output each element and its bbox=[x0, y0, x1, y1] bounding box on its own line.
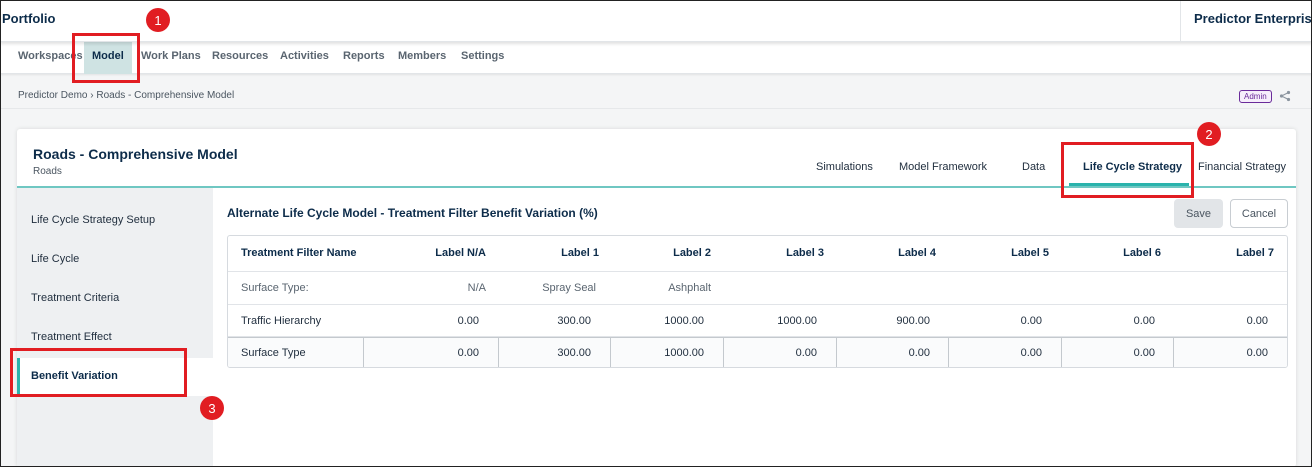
strategy-sidebar: Life Cycle Strategy Setup Life Cycle Tre… bbox=[17, 188, 213, 467]
model-title: Roads - Comprehensive Model bbox=[33, 146, 238, 162]
cell-divider bbox=[948, 338, 949, 367]
editable-cell[interactable]: 0.00 bbox=[1247, 347, 1268, 359]
editable-cell[interactable]: 0.00 bbox=[1134, 347, 1155, 359]
org-name[interactable]: Predictor Enterprise bbox=[1194, 11, 1312, 26]
highlight-life-cycle-tab bbox=[1061, 142, 1194, 198]
editable-cell[interactable]: 0.00 bbox=[1021, 347, 1042, 359]
tab-model-framework[interactable]: Model Framework bbox=[899, 161, 987, 173]
column-header: Label 3 bbox=[786, 247, 824, 259]
column-header: Label 5 bbox=[1011, 247, 1049, 259]
tab-data[interactable]: Data bbox=[1022, 161, 1045, 173]
role-badge: Admin bbox=[1239, 90, 1272, 103]
tab-simulations[interactable]: Simulations bbox=[816, 161, 873, 173]
step-marker-1: 1 bbox=[146, 8, 170, 32]
step-marker-2: 2 bbox=[1197, 122, 1221, 146]
table-row-editing: Surface Type 0.00 300.00 1000.00 0.00 0.… bbox=[228, 337, 1287, 367]
editable-cell[interactable]: 0.00 bbox=[796, 347, 817, 359]
sidebar-item-treatment-criteria[interactable]: Treatment Criteria bbox=[31, 292, 119, 304]
share-icon[interactable] bbox=[1279, 90, 1291, 102]
cell-divider bbox=[363, 338, 364, 367]
nav-resources[interactable]: Resources bbox=[212, 50, 268, 62]
column-header: Label 2 bbox=[673, 247, 711, 259]
benefit-variation-table: Treatment Filter Name Label N/A Label 1 … bbox=[227, 235, 1288, 368]
cell-divider bbox=[723, 338, 724, 367]
editable-cell[interactable]: 1000.00 bbox=[664, 347, 704, 359]
model-subtitle: Roads bbox=[33, 166, 62, 177]
column-header: Label 1 bbox=[561, 247, 599, 259]
sidebar-item-life-cycle-strategy-setup[interactable]: Life Cycle Strategy Setup bbox=[31, 214, 155, 226]
column-header: Label 6 bbox=[1123, 247, 1161, 259]
nav-members[interactable]: Members bbox=[398, 50, 446, 62]
editable-cell[interactable]: 300.00 bbox=[557, 347, 591, 359]
breadcrumb-divider bbox=[0, 108, 1312, 109]
cell-divider bbox=[836, 338, 837, 367]
nav-settings[interactable]: Settings bbox=[461, 50, 504, 62]
breadcrumb[interactable]: Predictor Demo › Roads - Comprehensive M… bbox=[18, 90, 234, 101]
sidebar-item-life-cycle[interactable]: Life Cycle bbox=[31, 253, 79, 265]
highlight-model-nav bbox=[72, 33, 140, 83]
subheader-value: Spray Seal bbox=[542, 282, 596, 294]
cancel-button[interactable]: Cancel bbox=[1230, 199, 1288, 228]
table-cell[interactable]: 1000.00 bbox=[664, 315, 704, 327]
table-cell[interactable]: 0.00 bbox=[1134, 315, 1155, 327]
table-cell[interactable]: 1000.00 bbox=[777, 315, 817, 327]
table-row: Traffic Hierarchy 0.00 300.00 1000.00 10… bbox=[228, 305, 1287, 337]
table-cell[interactable]: 300.00 bbox=[557, 315, 591, 327]
row-name: Surface Type bbox=[241, 347, 306, 359]
subheader-label: Surface Type: bbox=[241, 282, 309, 294]
column-header: Label 4 bbox=[898, 247, 936, 259]
table-cell[interactable]: 0.00 bbox=[1021, 315, 1042, 327]
app-title[interactable]: Portfolio bbox=[2, 11, 55, 26]
cell-divider bbox=[1173, 338, 1174, 367]
tab-financial-strategy[interactable]: Financial Strategy bbox=[1198, 161, 1286, 173]
cell-divider bbox=[1061, 338, 1062, 367]
highlight-benefit-variation bbox=[10, 348, 187, 397]
table-header-row: Treatment Filter Name Label N/A Label 1 … bbox=[228, 236, 1287, 272]
table-cell[interactable]: 0.00 bbox=[458, 315, 479, 327]
table-subheader-row: Surface Type: N/A Spray Seal Ashphalt bbox=[228, 272, 1287, 305]
nav-reports[interactable]: Reports bbox=[343, 50, 385, 62]
section-title: Alternate Life Cycle Model - Treatment F… bbox=[227, 206, 598, 220]
editable-cell[interactable]: 0.00 bbox=[909, 347, 930, 359]
column-header: Label 7 bbox=[1236, 247, 1274, 259]
column-header: Label N/A bbox=[435, 247, 486, 259]
org-divider bbox=[1180, 0, 1181, 42]
sidebar-item-treatment-effect[interactable]: Treatment Effect bbox=[31, 331, 112, 343]
nav-activities[interactable]: Activities bbox=[280, 50, 329, 62]
subheader-value: N/A bbox=[467, 282, 486, 294]
save-button[interactable]: Save bbox=[1174, 199, 1223, 228]
cell-divider bbox=[610, 338, 611, 367]
editable-cell[interactable]: 0.00 bbox=[458, 347, 479, 359]
table-cell[interactable]: 0.00 bbox=[1247, 315, 1268, 327]
cell-divider bbox=[498, 338, 499, 367]
column-header: Treatment Filter Name bbox=[241, 247, 357, 259]
top-bar: Portfolio Predictor Enterprise bbox=[0, 0, 1312, 42]
row-name: Traffic Hierarchy bbox=[241, 315, 322, 327]
nav-work-plans[interactable]: Work Plans bbox=[141, 50, 201, 62]
subheader-value: Ashphalt bbox=[668, 282, 711, 294]
step-marker-3: 3 bbox=[200, 396, 224, 420]
table-cell[interactable]: 900.00 bbox=[896, 315, 930, 327]
main-nav: Workspaces Model Work Plans Resources Ac… bbox=[0, 42, 1312, 74]
